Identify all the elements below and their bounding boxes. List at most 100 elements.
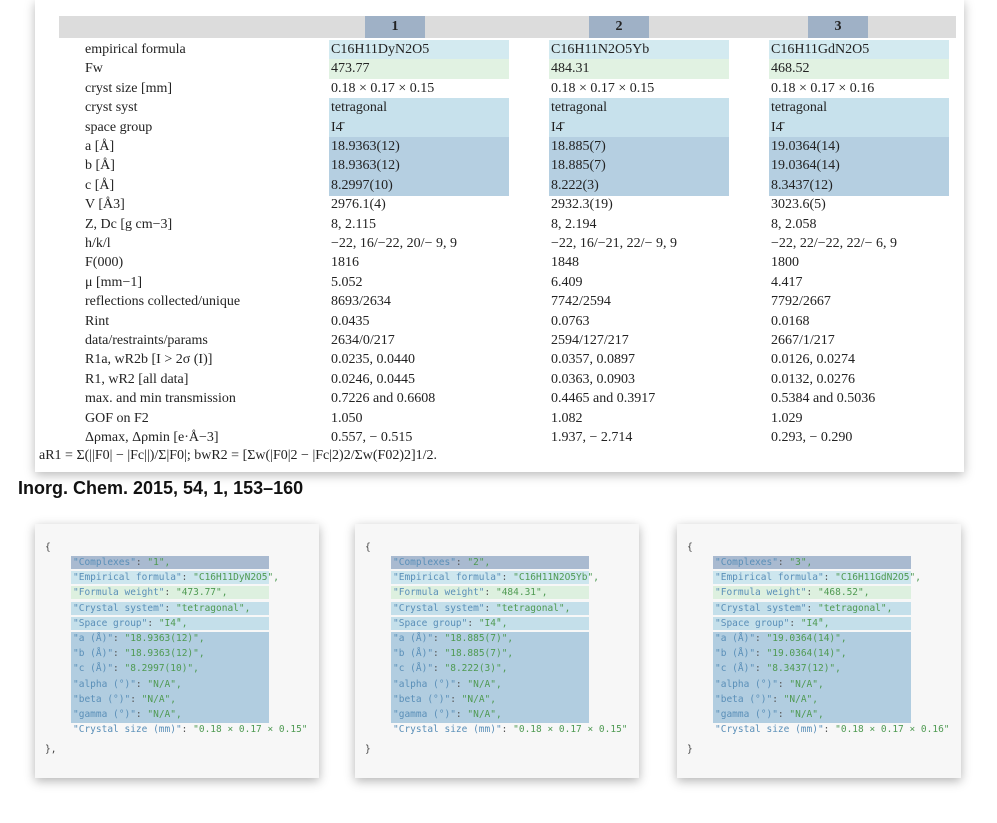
json-key: "Space group"	[715, 617, 790, 629]
json-entry: "gamma (°)": "N/A",	[391, 708, 589, 724]
table-cell: 0.0357, 0.0897	[551, 352, 635, 368]
json-key: "b (Å)"	[73, 648, 114, 660]
json-colon: :	[113, 663, 125, 675]
json-colon: :	[181, 724, 194, 736]
row-highlight	[549, 117, 729, 138]
json-colon: :	[450, 693, 462, 705]
table-cell: 0.0132, 0.0276	[771, 371, 855, 387]
json-value: "484.31",	[495, 587, 548, 599]
json-card-1: {"Complexes": "1", "Empirical formula": "…	[35, 524, 319, 778]
json-key: "Crystal size (mm)"	[73, 724, 182, 736]
json-colon: :	[164, 587, 176, 599]
json-colon: :	[433, 648, 445, 660]
table-cell: 6.409	[551, 274, 583, 290]
json-value: "C16H11N2O5Yb",	[513, 572, 599, 584]
json-entry: "a (Å)": "19.0364(14)",	[713, 632, 911, 648]
json-colon: :	[113, 648, 125, 660]
json-entry: "Formula weight": "468.52",	[713, 586, 911, 600]
json-entry: "Crystal system": "tetragonal",	[71, 601, 269, 615]
json-value: "N/A",	[147, 678, 182, 690]
json-colon: :	[433, 663, 445, 675]
json-value: "2",	[467, 557, 491, 568]
table-cell: 18.885(7)	[551, 139, 606, 154]
table-cell: 0.0168	[771, 313, 810, 329]
json-colon: :	[113, 633, 125, 644]
json-card-3: {"Complexes": "3", "Empirical formula": "…	[677, 524, 961, 778]
table-cell: tetragonal	[771, 100, 827, 116]
table-cell: 1848	[551, 255, 579, 271]
table-cell: −22, 16/−22, 20/− 9, 9	[331, 236, 457, 251]
json-key: "c (Å)"	[73, 663, 114, 675]
json-entry: "alpha (°)": "N/A",	[391, 677, 589, 693]
table-cell: 0.7226 and 0.6608	[331, 391, 436, 407]
json-value: "N/A",	[147, 709, 182, 720]
json-colon: :	[467, 617, 479, 629]
json-value: "1",	[147, 557, 171, 568]
citation: Inorg. Chem. 2015, 54, 1, 153–160	[18, 478, 304, 498]
json-value: "N/A",	[141, 693, 176, 705]
json-colon: :	[755, 633, 767, 644]
table-cell: 18.9363(12)	[331, 158, 400, 174]
json-colon: :	[455, 557, 468, 568]
table-cell: 18.9363(12)	[331, 139, 400, 154]
json-entry: "Complexes": "2",	[391, 556, 589, 569]
row-label: V [Å3]	[85, 197, 125, 213]
json-colon: :	[135, 557, 148, 568]
json-colon: :	[823, 724, 836, 736]
table-cell: 484.31	[551, 61, 590, 77]
json-key: "beta (°)"	[715, 693, 773, 705]
json-entry: "b (Å)": "18.885(7)",	[391, 647, 589, 663]
json-colon: :	[777, 709, 790, 720]
json-key: "a (Å)"	[715, 633, 756, 644]
table-cell: 8.3437(12)	[771, 177, 833, 193]
json-entry: "beta (°)": "N/A",	[391, 692, 589, 708]
json-entry: "Space group": "I4̄",	[71, 616, 269, 630]
json-key: "Complexes"	[715, 557, 778, 568]
json-entry: "c (Å)": "8.2997(10)",	[71, 662, 269, 678]
row-label: Fw	[85, 61, 103, 77]
json-value: "tetragonal",	[495, 602, 571, 614]
json-colon: :	[455, 678, 468, 690]
json-close-brace: },	[45, 744, 57, 756]
table-cell: I4̄	[771, 119, 783, 135]
json-key: "Space group"	[393, 617, 468, 629]
table-cell: 0.0246, 0.0445	[331, 371, 415, 387]
json-colon: :	[772, 693, 784, 705]
table-cell: 2932.3(19)	[551, 197, 613, 213]
json-entry: "Empirical formula": "C16H11DyN2O5",	[71, 571, 279, 585]
json-value: "19.0364(14)",	[766, 633, 847, 644]
table-cell: 0.0763	[551, 313, 590, 329]
json-colon: :	[755, 663, 767, 675]
json-entry: "c (Å)": "8.222(3)",	[391, 662, 589, 678]
json-value: "468.52",	[817, 587, 870, 599]
table-cell: 7792/2667	[771, 294, 831, 310]
json-colon: :	[755, 648, 767, 660]
json-key: "Crystal size (mm)"	[393, 724, 502, 736]
json-entry: "beta (°)": "N/A",	[71, 692, 269, 708]
json-key: "Crystal size (mm)"	[715, 724, 824, 736]
json-value: "N/A",	[783, 693, 818, 705]
row-label: F(000)	[85, 255, 124, 271]
json-value: "473.77",	[175, 587, 228, 599]
json-colon: :	[164, 602, 176, 614]
table-cell: 468.52	[771, 61, 810, 77]
json-colon: :	[433, 633, 445, 644]
row-label: Z, Dc [g cm−3]	[85, 216, 173, 232]
json-entry: "a (Å)": "18.885(7)",	[391, 632, 589, 648]
json-close-brace: }	[365, 744, 371, 756]
table-cell: 0.0126, 0.0274	[771, 352, 855, 368]
json-key: "Crystal system"	[715, 602, 807, 614]
table-cell: C16H11DyN2O5	[331, 42, 430, 57]
table-cell: 19.0364(14)	[771, 139, 840, 154]
json-key: "Crystal system"	[393, 602, 485, 614]
json-key: "beta (°)"	[73, 693, 131, 705]
table-cell: 0.0235, 0.0440	[331, 352, 415, 368]
json-value: "tetragonal",	[175, 602, 251, 614]
table-cell: 1.937, − 2.714	[551, 430, 633, 445]
table-cell: 4.417	[771, 274, 803, 290]
table-footnote: aR1 = Σ(||F0| − |Fc||)/Σ|F0|; bwR2 = [Σw…	[39, 448, 438, 463]
json-entry: "Formula weight": "484.31",	[391, 586, 589, 600]
json-key: "a (Å)"	[393, 633, 434, 644]
json-key: "Empirical formula"	[393, 572, 502, 584]
row-label: μ [mm−1]	[85, 274, 143, 290]
